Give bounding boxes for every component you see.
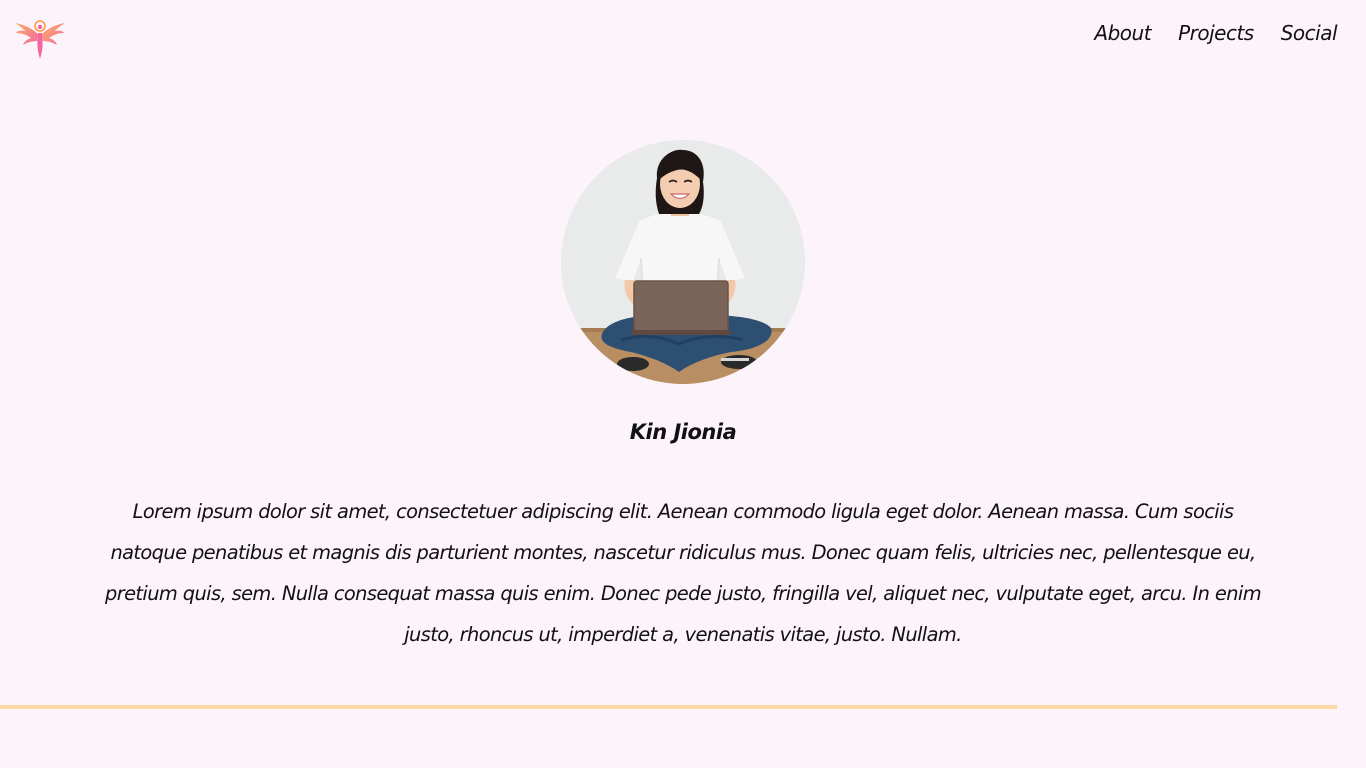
main-nav: About Projects Social (1094, 21, 1337, 45)
profile-photo (561, 140, 805, 384)
nav-link-social[interactable]: Social (1281, 21, 1338, 45)
profile-bio: Lorem ipsum dolor sit amet, consectetuer… (105, 500, 1262, 646)
nav-link-projects[interactable]: Projects (1178, 21, 1254, 45)
phoenix-logo-icon[interactable] (14, 14, 66, 60)
nav-link-about[interactable]: About (1094, 21, 1151, 45)
section-divider (0, 705, 1337, 709)
profile-name: Kin Jionia (629, 420, 737, 444)
